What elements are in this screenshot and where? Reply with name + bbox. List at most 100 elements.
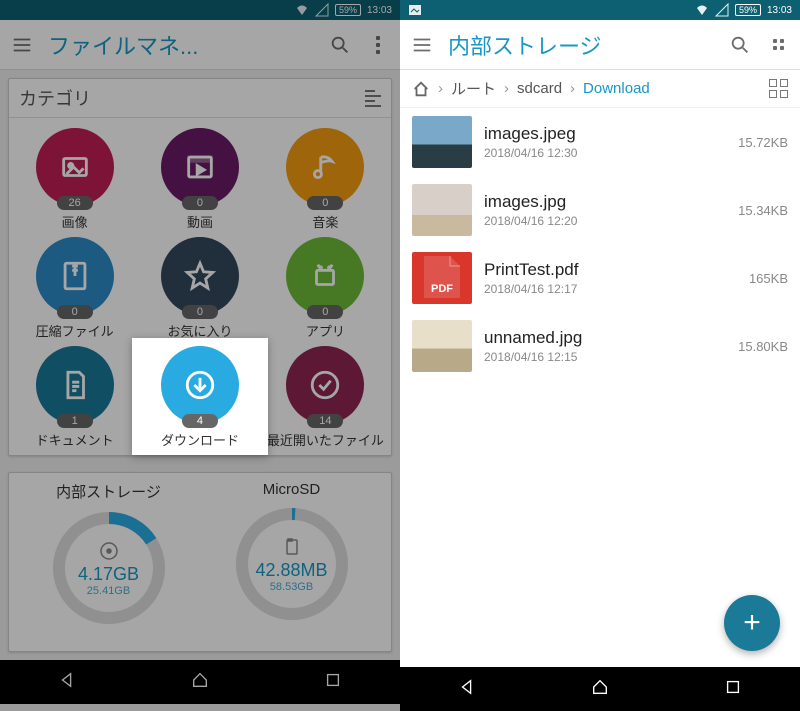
category-panel: カテゴリ 26 画像 0 動画 0 音楽 0 圧縮ファイル 0 お気に入り 0 … bbox=[8, 78, 392, 456]
menu-button[interactable] bbox=[10, 33, 34, 57]
category-recent[interactable]: 14 最近開いたファイル bbox=[266, 346, 385, 449]
back-button[interactable] bbox=[58, 671, 76, 694]
file-row[interactable]: unnamed.jpg 2018/04/16 12:15 15.80KB bbox=[400, 312, 800, 380]
category-count: 0 bbox=[182, 305, 218, 319]
list-view-icon[interactable] bbox=[365, 90, 381, 107]
grid-view-button[interactable] bbox=[769, 79, 788, 98]
app-title: 内部ストレージ bbox=[448, 29, 714, 61]
crumb-root[interactable]: ルート bbox=[451, 78, 496, 99]
file-date: 2018/04/16 12:20 bbox=[484, 214, 726, 228]
file-size: 15.34KB bbox=[738, 203, 788, 218]
recent-button[interactable] bbox=[724, 678, 742, 701]
category-label: 最近開いたファイル bbox=[267, 430, 384, 449]
file-name: images.jpeg bbox=[484, 124, 726, 144]
category-count: 4 bbox=[182, 414, 218, 428]
file-size: 15.80KB bbox=[738, 339, 788, 354]
chevron-icon: › bbox=[438, 80, 443, 97]
category-count: 0 bbox=[182, 196, 218, 210]
time-label: 13:03 bbox=[767, 5, 792, 16]
file-thumb bbox=[412, 116, 472, 168]
category-header: カテゴリ bbox=[19, 85, 91, 111]
file-thumb bbox=[412, 320, 472, 372]
picture-icon bbox=[408, 3, 422, 17]
category-video[interactable]: 0 動画 bbox=[140, 128, 259, 231]
category-count: 0 bbox=[57, 305, 93, 319]
menu-button[interactable] bbox=[410, 33, 434, 57]
category-label: ダウンロード bbox=[161, 430, 239, 449]
category-count: 1 bbox=[57, 414, 93, 428]
file-list: images.jpeg 2018/04/16 12:30 15.72KB ima… bbox=[400, 108, 800, 667]
file-thumb bbox=[412, 184, 472, 236]
file-size: 15.72KB bbox=[738, 135, 788, 150]
recent-button[interactable] bbox=[324, 671, 342, 694]
category-label: 動画 bbox=[187, 212, 213, 231]
category-android[interactable]: 0 アプリ bbox=[266, 237, 385, 340]
file-thumb: PDF bbox=[412, 252, 472, 304]
category-count: 26 bbox=[57, 196, 93, 210]
storage-used: 4.17GB bbox=[78, 564, 139, 585]
app-title: ファイルマネ... bbox=[48, 29, 314, 61]
time-label: 13:03 bbox=[367, 5, 392, 16]
crumb-current[interactable]: Download bbox=[583, 80, 650, 97]
home-icon[interactable] bbox=[412, 80, 430, 98]
category-label: 音楽 bbox=[312, 212, 338, 231]
category-download[interactable]: 4 ダウンロード bbox=[140, 346, 259, 449]
more-button[interactable] bbox=[766, 33, 790, 57]
file-row[interactable]: images.jpeg 2018/04/16 12:30 15.72KB bbox=[400, 108, 800, 176]
signal-icon bbox=[715, 3, 729, 17]
wifi-icon bbox=[695, 3, 709, 17]
category-count: 14 bbox=[307, 414, 343, 428]
file-name: unnamed.jpg bbox=[484, 328, 726, 348]
search-button[interactable] bbox=[328, 33, 352, 57]
category-doc[interactable]: 1 ドキュメント bbox=[15, 346, 134, 449]
category-count: 0 bbox=[307, 196, 343, 210]
home-button[interactable] bbox=[191, 671, 209, 694]
home-button[interactable] bbox=[591, 678, 609, 701]
category-label: 画像 bbox=[62, 212, 88, 231]
category-label: 圧縮ファイル bbox=[36, 321, 114, 340]
storage-panel: 内部ストレージ 4.17GB 25.41GB MicroSD 42.88MB 5… bbox=[8, 472, 392, 652]
category-label: ドキュメント bbox=[36, 430, 114, 449]
status-bar: 59% 13:03 bbox=[0, 0, 400, 20]
app-bar-left: ファイルマネ... bbox=[0, 20, 400, 70]
category-zip[interactable]: 0 圧縮ファイル bbox=[15, 237, 134, 340]
phone-left: 59% 13:03 ファイルマネ... カテゴリ 26 画像 0 動画 0 音楽… bbox=[0, 0, 400, 711]
wifi-icon bbox=[295, 3, 309, 17]
file-name: images.jpg bbox=[484, 192, 726, 212]
back-button[interactable] bbox=[458, 678, 476, 701]
file-date: 2018/04/16 12:15 bbox=[484, 350, 726, 364]
category-count: 0 bbox=[307, 305, 343, 319]
file-size: 165KB bbox=[749, 271, 788, 286]
nav-bar bbox=[0, 660, 400, 704]
chevron-icon: › bbox=[570, 80, 575, 97]
category-music[interactable]: 0 音楽 bbox=[266, 128, 385, 231]
file-row[interactable]: PDF PrintTest.pdf 2018/04/16 12:17 165KB bbox=[400, 244, 800, 312]
phone-right: 59% 13:03 内部ストレージ › ルート › sdcard › Downl… bbox=[400, 0, 800, 711]
category-image[interactable]: 26 画像 bbox=[15, 128, 134, 231]
file-name: PrintTest.pdf bbox=[484, 260, 737, 280]
category-star[interactable]: 0 お気に入り bbox=[140, 237, 259, 340]
nav-bar bbox=[400, 667, 800, 711]
category-label: アプリ bbox=[306, 321, 345, 340]
storage-title: MicroSD bbox=[263, 481, 321, 498]
app-bar-right: 内部ストレージ bbox=[400, 20, 800, 70]
signal-icon bbox=[315, 3, 329, 17]
storage-internal[interactable]: 内部ストレージ 4.17GB 25.41GB bbox=[17, 481, 200, 628]
search-button[interactable] bbox=[728, 33, 752, 57]
storage-sd[interactable]: MicroSD 42.88MB 58.53GB bbox=[200, 481, 383, 628]
file-date: 2018/04/16 12:30 bbox=[484, 146, 726, 160]
storage-used: 42.88MB bbox=[255, 560, 327, 581]
status-bar: 59% 13:03 bbox=[400, 0, 800, 20]
crumb-sdcard[interactable]: sdcard bbox=[517, 80, 562, 97]
chevron-icon: › bbox=[504, 80, 509, 97]
storage-title: 内部ストレージ bbox=[56, 481, 161, 502]
fab-add-button[interactable]: + bbox=[724, 595, 780, 651]
file-row[interactable]: images.jpg 2018/04/16 12:20 15.34KB bbox=[400, 176, 800, 244]
battery-label: 59% bbox=[335, 4, 361, 16]
more-button[interactable] bbox=[366, 33, 390, 57]
storage-total: 58.53GB bbox=[270, 581, 313, 593]
storage-total: 25.41GB bbox=[87, 585, 130, 597]
breadcrumb: › ルート › sdcard › Download bbox=[400, 70, 800, 108]
battery-label: 59% bbox=[735, 4, 761, 16]
file-date: 2018/04/16 12:17 bbox=[484, 282, 737, 296]
